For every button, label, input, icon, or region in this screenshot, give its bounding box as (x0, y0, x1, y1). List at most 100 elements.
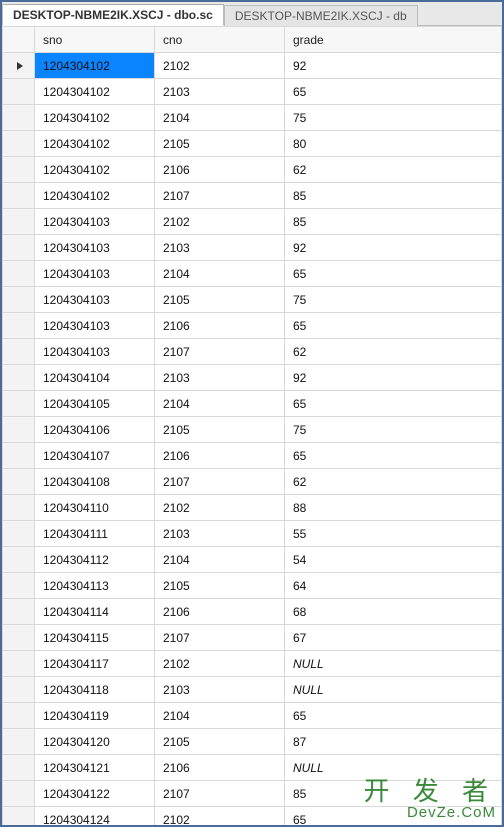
cell-cno[interactable]: 2102 (155, 209, 285, 235)
cell-cno[interactable]: 2103 (155, 365, 285, 391)
table-row[interactable]: 1204304103210762 (3, 339, 502, 365)
row-header-cell[interactable] (3, 183, 35, 209)
table-row[interactable]: 1204304102210580 (3, 131, 502, 157)
cell-sno[interactable]: 1204304118 (35, 677, 155, 703)
table-row[interactable]: 1204304105210465 (3, 391, 502, 417)
cell-cno[interactable]: 2105 (155, 287, 285, 313)
table-row[interactable]: 1204304103210665 (3, 313, 502, 339)
row-header-cell[interactable] (3, 79, 35, 105)
tab-inactive[interactable]: DESKTOP-NBME2IK.XSCJ - db (224, 5, 418, 26)
table-row[interactable]: 1204304107210665 (3, 443, 502, 469)
cell-grade[interactable]: 64 (285, 573, 502, 599)
cell-grade[interactable]: 85 (285, 209, 502, 235)
table-row[interactable]: 1204304108210762 (3, 469, 502, 495)
row-header-cell[interactable] (3, 703, 35, 729)
table-row[interactable]: 1204304119210465 (3, 703, 502, 729)
cell-cno[interactable]: 2106 (155, 313, 285, 339)
table-row[interactable]: 1204304110210288 (3, 495, 502, 521)
cell-sno[interactable]: 1204304122 (35, 781, 155, 807)
cell-grade[interactable]: 62 (285, 339, 502, 365)
cell-sno[interactable]: 1204304113 (35, 573, 155, 599)
cell-cno[interactable]: 2102 (155, 807, 285, 826)
cell-grade[interactable]: 55 (285, 521, 502, 547)
row-header-cell[interactable] (3, 391, 35, 417)
cell-sno[interactable]: 1204304103 (35, 313, 155, 339)
row-header-cell[interactable] (3, 521, 35, 547)
cell-cno[interactable]: 2105 (155, 573, 285, 599)
cell-grade[interactable]: 92 (285, 235, 502, 261)
cell-cno[interactable]: 2102 (155, 53, 285, 79)
cell-cno[interactable]: 2102 (155, 495, 285, 521)
table-row[interactable]: 12043041212106NULL (3, 755, 502, 781)
table-row[interactable]: 1204304106210575 (3, 417, 502, 443)
cell-grade[interactable]: 65 (285, 79, 502, 105)
column-header-cno[interactable]: cno (155, 27, 285, 53)
table-row[interactable]: 1204304103210285 (3, 209, 502, 235)
cell-grade[interactable]: 62 (285, 469, 502, 495)
cell-sno[interactable]: 1204304124 (35, 807, 155, 826)
row-header-cell[interactable] (3, 651, 35, 677)
cell-grade[interactable]: 65 (285, 443, 502, 469)
row-header-cell[interactable] (3, 781, 35, 807)
cell-grade[interactable]: 88 (285, 495, 502, 521)
cell-grade[interactable]: 65 (285, 313, 502, 339)
cell-sno[interactable]: 1204304119 (35, 703, 155, 729)
row-header-cell[interactable] (3, 131, 35, 157)
row-header-cell[interactable] (3, 157, 35, 183)
cell-grade[interactable]: 92 (285, 365, 502, 391)
row-header-cell[interactable] (3, 599, 35, 625)
cell-grade[interactable]: 65 (285, 391, 502, 417)
cell-cno[interactable]: 2104 (155, 261, 285, 287)
cell-sno[interactable]: 1204304120 (35, 729, 155, 755)
cell-sno[interactable]: 1204304103 (35, 339, 155, 365)
cell-sno[interactable]: 1204304104 (35, 365, 155, 391)
cell-sno[interactable]: 1204304106 (35, 417, 155, 443)
cell-cno[interactable]: 2106 (155, 599, 285, 625)
row-header-cell[interactable] (3, 339, 35, 365)
table-row[interactable]: 1204304102210292 (3, 53, 502, 79)
row-header-cell[interactable] (3, 677, 35, 703)
cell-sno[interactable]: 1204304105 (35, 391, 155, 417)
tab-active[interactable]: DESKTOP-NBME2IK.XSCJ - dbo.sc (2, 4, 224, 26)
cell-grade[interactable]: 75 (285, 105, 502, 131)
cell-cno[interactable]: 2104 (155, 703, 285, 729)
table-row[interactable]: 1204304120210587 (3, 729, 502, 755)
cell-sno[interactable]: 1204304103 (35, 209, 155, 235)
cell-cno[interactable]: 2105 (155, 729, 285, 755)
cell-cno[interactable]: 2103 (155, 235, 285, 261)
cell-sno[interactable]: 1204304103 (35, 287, 155, 313)
cell-sno[interactable]: 1204304103 (35, 261, 155, 287)
row-header-cell[interactable] (3, 313, 35, 339)
cell-sno[interactable]: 1204304111 (35, 521, 155, 547)
cell-sno[interactable]: 1204304121 (35, 755, 155, 781)
table-row[interactable]: 1204304102210365 (3, 79, 502, 105)
cell-sno[interactable]: 1204304115 (35, 625, 155, 651)
cell-cno[interactable]: 2103 (155, 677, 285, 703)
table-row[interactable]: 1204304102210662 (3, 157, 502, 183)
row-header-cell[interactable] (3, 53, 35, 79)
cell-cno[interactable]: 2105 (155, 131, 285, 157)
table-row[interactable]: 1204304102210475 (3, 105, 502, 131)
cell-cno[interactable]: 2104 (155, 391, 285, 417)
cell-grade[interactable]: 62 (285, 157, 502, 183)
row-header-cell[interactable] (3, 547, 35, 573)
table-row[interactable]: 12043041172102NULL (3, 651, 502, 677)
table-row[interactable]: 1204304103210575 (3, 287, 502, 313)
cell-sno[interactable]: 1204304102 (35, 79, 155, 105)
column-header-grade[interactable]: grade (285, 27, 502, 53)
cell-cno[interactable]: 2103 (155, 79, 285, 105)
row-header-cell[interactable] (3, 105, 35, 131)
cell-sno[interactable]: 1204304102 (35, 105, 155, 131)
cell-grade[interactable]: 92 (285, 53, 502, 79)
cell-grade[interactable]: 65 (285, 703, 502, 729)
row-header-cell[interactable] (3, 807, 35, 826)
table-row[interactable]: 1204304124210265 (3, 807, 502, 826)
row-header-cell[interactable] (3, 261, 35, 287)
table-row[interactable]: 1204304103210465 (3, 261, 502, 287)
cell-grade[interactable]: 65 (285, 807, 502, 826)
row-header-corner[interactable] (3, 27, 35, 53)
cell-cno[interactable]: 2103 (155, 521, 285, 547)
cell-grade[interactable]: 85 (285, 183, 502, 209)
cell-cno[interactable]: 2107 (155, 469, 285, 495)
cell-grade[interactable]: 75 (285, 417, 502, 443)
